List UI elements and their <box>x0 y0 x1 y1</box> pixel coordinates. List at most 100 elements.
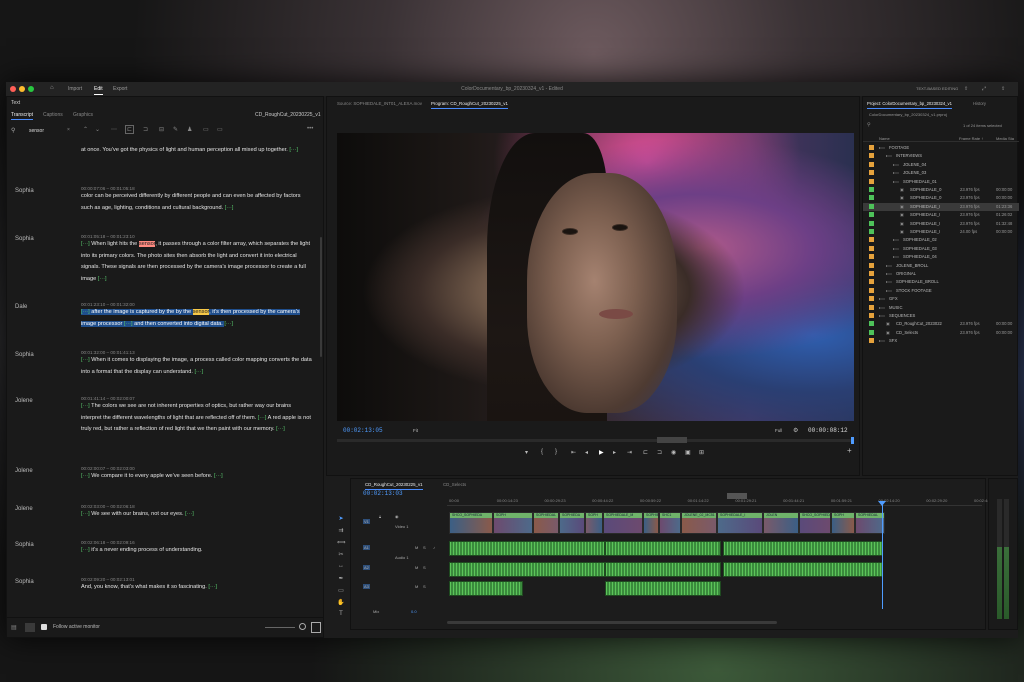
clear-search-icon[interactable]: × <box>67 127 70 133</box>
zoom-handle[interactable] <box>299 623 306 630</box>
speaker-name[interactable]: Jolene <box>15 504 33 516</box>
history-tab[interactable]: History <box>973 101 986 106</box>
audio-track-header[interactable]: A3 M S <box>351 580 447 598</box>
label-color-swatch[interactable] <box>869 287 874 293</box>
rectangle-tool-icon[interactable]: ▭ <box>337 587 345 595</box>
col-name[interactable]: Name <box>879 136 890 141</box>
mic-icon[interactable]: ♪ <box>433 545 435 550</box>
label-color-swatch[interactable] <box>869 195 874 201</box>
label-color-swatch[interactable] <box>869 203 874 209</box>
timeline-tab-selects[interactable]: CD_Selects <box>443 482 466 487</box>
video-clip[interactable]: JOLENE_02_MC51 <box>681 512 717 534</box>
extract-icon[interactable]: ⊟ <box>159 126 164 133</box>
transcript-text[interactable]: [···] We compare it to every apple we’ve… <box>81 471 313 483</box>
project-item-row[interactable]: ▣ SOPHIEDALE_I 23.976 fps 01:32:48 <box>863 220 1019 228</box>
speaker-name[interactable]: Sophia <box>15 540 34 552</box>
thumbnail-view-icon[interactable] <box>25 623 35 632</box>
project-folder-row[interactable]: ▸▭ SOPHIEDALE_BROLL <box>863 278 1019 286</box>
label-color-swatch[interactable] <box>869 161 874 167</box>
share-icon[interactable]: ⇪ <box>1001 86 1005 92</box>
insert-icon[interactable]: ⊏ <box>125 125 135 134</box>
speaker-name[interactable]: Sophia <box>15 186 34 198</box>
mark-out-icon[interactable]: } <box>555 449 557 455</box>
project-item-row[interactable]: ▣ SOPHIEDALE_0 23.976 fps 00:00:00 <box>863 186 1019 194</box>
go-to-in-icon[interactable]: ⇤ <box>571 449 576 456</box>
label-color-swatch[interactable] <box>869 254 874 260</box>
video-clip[interactable]: SHCO_SOPHIEDA <box>449 512 493 534</box>
solo-icon[interactable]: S <box>423 565 426 570</box>
project-folder-row[interactable]: ▸▭ JOLENE_04 <box>863 161 1019 169</box>
audio-clip[interactable] <box>449 562 605 577</box>
type-tool-icon[interactable]: T <box>337 611 345 619</box>
mute-icon[interactable]: M <box>415 565 418 570</box>
project-folder-row[interactable]: ▸▭ INTERVIEWS <box>863 152 1019 160</box>
project-folder-row[interactable]: ▸▭ GFX <box>863 295 1019 303</box>
prev-result-icon[interactable]: ⌃ <box>83 126 88 133</box>
comparison-view-icon[interactable]: ▣ <box>685 449 691 456</box>
tab-graphics[interactable]: Graphics <box>73 112 93 118</box>
video-track-header[interactable]: V1 🔒︎ ◉ Video 1 <box>351 511 447 535</box>
video-clip[interactable]: SOPHIEDALE_M <box>603 512 643 534</box>
transcript-entry[interactable]: Sophia 00:02:06:18 – 00:02:09:16 [···] i… <box>7 537 319 567</box>
mute-icon[interactable]: M <box>415 584 418 589</box>
button-editor-icon[interactable]: + <box>847 446 852 455</box>
transcript-text[interactable]: And, you know, that’s what makes it so f… <box>81 582 313 594</box>
overwrite-icon[interactable]: ⊐ <box>143 126 148 133</box>
export-frame-icon[interactable]: ◉ <box>671 449 676 456</box>
settings-icon[interactable]: ⚙ <box>793 427 798 434</box>
speaker-name[interactable]: Jolene <box>15 466 33 478</box>
transcript-text[interactable]: at once. You’ve got the physics of light… <box>81 145 313 157</box>
project-folder-row[interactable]: ▸▭ ORIGINAL <box>863 270 1019 278</box>
label-color-swatch[interactable] <box>869 187 874 192</box>
video-clip[interactable]: SHCO_SOPHIEDA <box>799 512 831 534</box>
audio-clip[interactable] <box>605 541 721 556</box>
label-color-swatch[interactable] <box>869 329 874 335</box>
project-folder-row[interactable]: ▸▭ SOPHIEDALE_02 <box>863 236 1019 244</box>
speaker-name[interactable]: Sophia <box>15 350 34 362</box>
speaker-icon[interactable]: ♟ <box>187 126 192 133</box>
source-patch-a1[interactable]: A1 <box>363 545 370 550</box>
razor-tool-icon[interactable]: ✂ <box>337 551 345 559</box>
project-folder-row[interactable]: ▸▭ FOOTAGE <box>863 144 1019 152</box>
pen-tool-icon[interactable]: ✒ <box>337 575 345 583</box>
workspace-label[interactable]: TEXT-BASED EDITING <box>916 86 958 91</box>
extract-icon[interactable]: ⊐ <box>657 449 662 456</box>
search-icon[interactable]: ⚲ <box>867 122 871 128</box>
transcript-scrollbar[interactable] <box>320 237 322 357</box>
transcript-entry[interactable]: Jolene 00:02:00:07 – 00:02:03:00 [···] W… <box>7 463 319 493</box>
label-color-swatch[interactable] <box>869 145 874 150</box>
video-clip[interactable]: SOPHIEDALE_I <box>717 512 763 534</box>
tab-transcript[interactable]: Transcript <box>11 112 34 120</box>
audio-clip[interactable] <box>605 581 721 596</box>
video-clip[interactable]: SOPH <box>585 512 603 534</box>
video-clip[interactable]: SOPH <box>831 512 855 534</box>
audio-clip[interactable] <box>449 581 523 596</box>
project-folder-row[interactable]: ▸▭ SOPHIEDALE_04 <box>863 253 1019 261</box>
audio-track-header[interactable]: A2 M S <box>351 561 447 579</box>
transcript-text[interactable]: [···] When light hits the sensor, it pas… <box>81 239 313 285</box>
timeline-tab-roughcut[interactable]: CD_RoughCut_20230225_v1 <box>365 482 423 490</box>
label-color-swatch[interactable] <box>869 262 874 268</box>
playhead-marker[interactable] <box>851 437 854 444</box>
eye-icon[interactable]: ◉ <box>395 514 399 519</box>
project-folder-row[interactable]: ▸▭ SFX <box>863 337 1019 345</box>
solo-icon[interactable]: S <box>423 584 426 589</box>
source-patch-a2[interactable]: A2 <box>363 565 370 570</box>
step-forward-icon[interactable]: ▸ <box>613 449 616 456</box>
transcript-entry[interactable]: Sophia 00:02:09:20 – 00:02:13:01 And, yo… <box>7 574 319 604</box>
audio-clip[interactable] <box>605 562 721 577</box>
label-color-swatch[interactable] <box>869 338 874 344</box>
audio-track-header[interactable]: A1 Audio 1 M S ♪ <box>351 539 447 560</box>
project-folder-row[interactable]: ▸▭ SOPHIEDALE_03 <box>863 245 1019 253</box>
video-clip[interactable]: SOPHIEDAL <box>855 512 885 534</box>
project-item-row[interactable]: ▣ SOPHIEDALE_I 24.00 fps 00:00:00 <box>863 228 1019 236</box>
transcript-entry[interactable]: Sophia 00:01:05:18 – 00:01:23:10 [···] W… <box>7 231 319 301</box>
transcript-entry[interactable]: Jolene 00:01:41:14 – 00:02:00:07 [···] T… <box>7 393 319 463</box>
project-item-row[interactable]: ▣ SOPHIEDALE_I 23.976 fps 01:23:36 <box>863 202 1019 212</box>
project-folder-row[interactable]: ▸▭ SOPHIEDALE_01 <box>863 178 1019 186</box>
program-monitor-tab[interactable]: Program: CD_RoughCut_20230225_v1 <box>431 101 508 109</box>
pause-markers-icon[interactable]: ▭ <box>203 126 209 133</box>
project-folder-row[interactable]: ▸▭ JOLENE_BROLL <box>863 262 1019 270</box>
col-frame-rate[interactable]: Frame Rate ↑ <box>959 136 983 141</box>
project-item-row[interactable]: ▣ CD_RoughCut_2023022 23.976 fps 00:00:00 <box>863 320 1019 328</box>
